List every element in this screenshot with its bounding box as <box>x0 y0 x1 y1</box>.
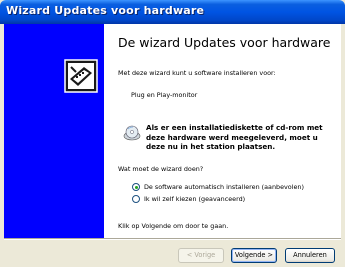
back-button[interactable]: < Vorige <box>178 248 224 263</box>
button-divider <box>4 238 341 240</box>
intro-text: Met deze wizard kunt u software installe… <box>118 69 276 77</box>
wizard-content: De wizard Updates voor hardware Met deze… <box>104 24 341 238</box>
wizard-window: Wizard Updates voor hardware De wizard U… <box>0 0 345 267</box>
wizard-side-panel <box>4 24 104 238</box>
cd-notice: Als er een installatiediskette of cd-rom… <box>146 123 331 152</box>
next-button[interactable]: Volgende > <box>231 248 277 263</box>
footer-instruction: Klik op Volgende om door te gaan. <box>118 222 229 230</box>
option-advanced-label[interactable]: Ik wil zelf kiezen (geavanceerd) <box>144 195 245 203</box>
window-title: Wizard Updates voor hardware <box>6 4 205 17</box>
cancel-button[interactable]: Annuleren <box>285 248 335 263</box>
cd-notice-line-1: Als er een installatiediskette of cd-rom… <box>146 123 323 132</box>
cd-rom-icon <box>123 125 141 141</box>
device-name: Plug en Play-monitor <box>131 91 198 99</box>
radio-advanced[interactable] <box>132 195 140 203</box>
hardware-wizard-icon <box>64 59 98 93</box>
title-bar[interactable]: Wizard Updates voor hardware <box>0 0 345 24</box>
radio-automatic[interactable] <box>132 183 140 191</box>
question-text: Wat moet de wizard doen? <box>118 165 204 173</box>
cd-notice-line-2: deze hardware werd meegeleverd, moet u <box>146 132 318 142</box>
page-title: De wizard Updates voor hardware <box>118 35 331 50</box>
option-automatic-label[interactable]: De software automatisch installeren (aan… <box>144 183 304 191</box>
cd-notice-line-3: deze nu in het station plaatsen. <box>146 142 276 151</box>
